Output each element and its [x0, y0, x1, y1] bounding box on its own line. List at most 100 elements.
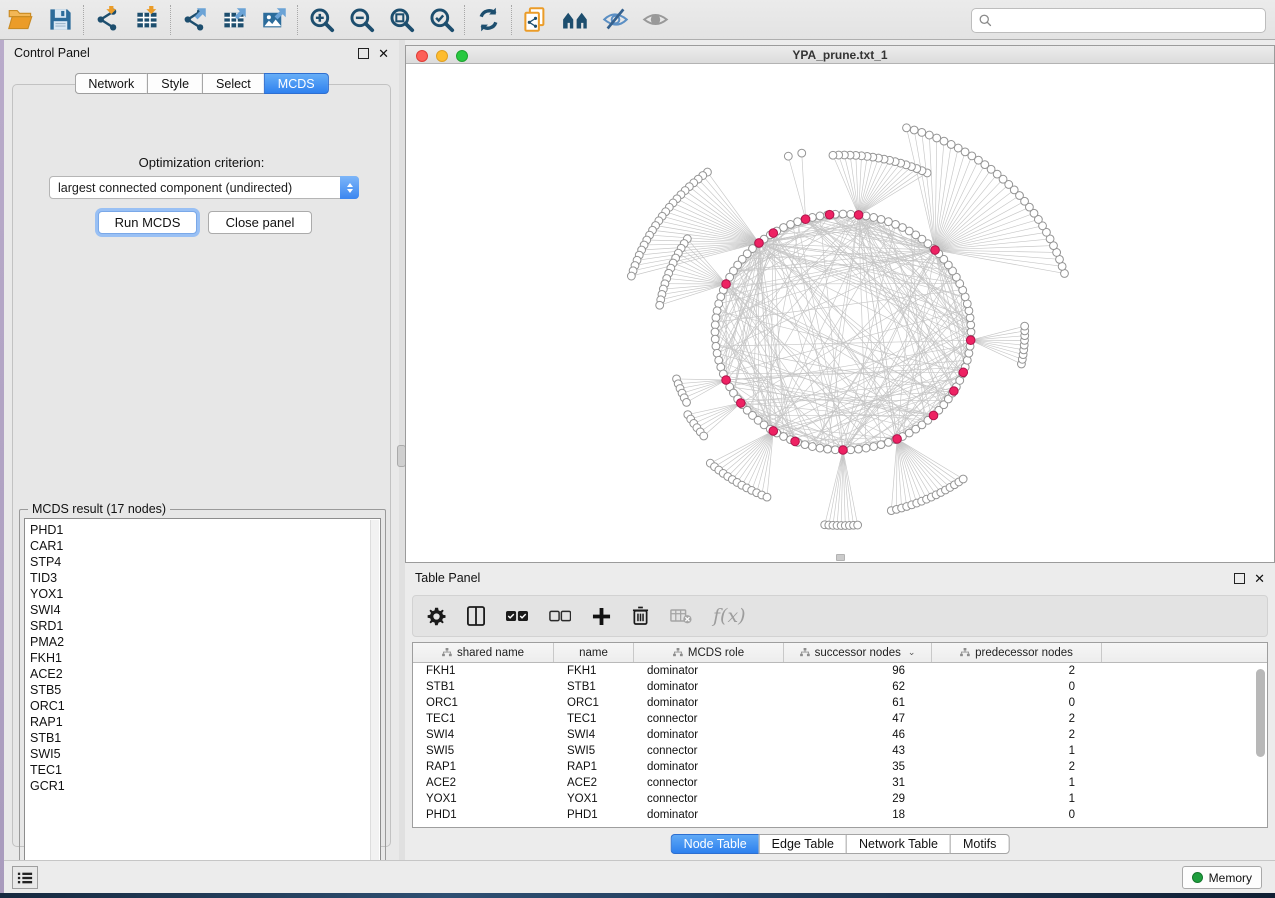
network-node[interactable]	[713, 307, 721, 315]
network-node[interactable]	[712, 314, 720, 322]
network-node[interactable]	[711, 335, 719, 343]
network-node[interactable]	[700, 432, 708, 440]
table-row[interactable]: RAP1RAP1dominator352	[413, 759, 1267, 775]
close-panel-icon[interactable]: ✕	[1254, 573, 1265, 584]
run-mcds-button[interactable]: Run MCDS	[98, 211, 197, 234]
network-node[interactable]	[831, 446, 839, 454]
tab-style[interactable]: Style	[147, 73, 202, 94]
mcds-result-item[interactable]: GCR1	[30, 778, 380, 794]
network-node[interactable]	[877, 441, 885, 449]
network-node[interactable]	[918, 129, 926, 137]
mcds-result-item[interactable]: STP4	[30, 554, 380, 570]
table-row[interactable]: PHD1PHD1dominator180	[413, 807, 1267, 823]
tab-edge-table[interactable]: Edge Table	[759, 834, 846, 854]
table-row[interactable]: SWI4SWI4dominator462	[413, 727, 1267, 743]
network-node[interactable]	[824, 445, 832, 453]
mcds-hub-node[interactable]	[791, 437, 800, 446]
table-row[interactable]: FKH1FKH1dominator962	[413, 663, 1267, 679]
close-panel-button[interactable]: Close panel	[208, 211, 312, 234]
mcds-hub-node[interactable]	[893, 435, 902, 444]
network-node[interactable]	[947, 141, 955, 149]
node-table[interactable]: shared namenameMCDS rolesuccessor nodes⌄…	[412, 642, 1268, 828]
network-node[interactable]	[712, 342, 720, 350]
table-row[interactable]: ACE2ACE2connector311	[413, 775, 1267, 791]
network-node[interactable]	[763, 493, 771, 501]
network-graph[interactable]	[406, 64, 1274, 562]
network-node[interactable]	[967, 328, 975, 336]
mcds-hub-node[interactable]	[929, 411, 938, 420]
mcds-result-item[interactable]: SRD1	[30, 618, 380, 634]
mcds-result-item[interactable]: RAP1	[30, 714, 380, 730]
network-node[interactable]	[965, 349, 973, 357]
gear-icon[interactable]	[427, 607, 446, 626]
export-table-icon[interactable]	[214, 3, 254, 37]
scrollbar-thumb[interactable]	[1256, 669, 1265, 757]
mcds-hub-node[interactable]	[854, 211, 863, 220]
network-node[interactable]	[711, 328, 719, 336]
mcds-result-item[interactable]: STB5	[30, 682, 380, 698]
refresh-layout-icon[interactable]	[468, 3, 508, 37]
mcds-result-item[interactable]: TEC1	[30, 762, 380, 778]
mcds-result-item[interactable]: CAR1	[30, 538, 380, 554]
mcds-result-item[interactable]: PHD1	[30, 522, 380, 538]
mcds-hub-node[interactable]	[755, 239, 764, 248]
network-node[interactable]	[940, 137, 948, 145]
mcds-hub-node[interactable]	[959, 368, 968, 377]
export-image-icon[interactable]	[254, 3, 294, 37]
table-row[interactable]: SWI5SWI5connector431	[413, 743, 1267, 759]
zoom-out-icon[interactable]	[341, 3, 381, 37]
zoom-in-icon[interactable]	[301, 3, 341, 37]
network-node[interactable]	[870, 443, 878, 451]
close-panel-icon[interactable]: ✕	[378, 48, 389, 59]
import-network-icon[interactable]	[87, 3, 127, 37]
network-node[interactable]	[877, 215, 885, 223]
network-node[interactable]	[925, 131, 933, 139]
export-network-icon[interactable]	[174, 3, 214, 37]
table-row[interactable]: TEC1TEC1connector472	[413, 711, 1267, 727]
mcds-result-item[interactable]: SWI5	[30, 746, 380, 762]
mcds-result-item[interactable]: STB1	[30, 730, 380, 746]
network-node[interactable]	[839, 210, 847, 218]
network-node[interactable]	[847, 210, 855, 218]
network-node[interactable]	[884, 438, 892, 446]
zoom-selected-icon[interactable]	[421, 3, 461, 37]
mcds-hub-node[interactable]	[931, 246, 940, 255]
network-node[interactable]	[959, 475, 967, 483]
tab-select[interactable]: Select	[202, 73, 264, 94]
tab-node-table[interactable]: Node Table	[671, 834, 759, 854]
columns-icon[interactable]	[467, 606, 485, 626]
tab-motifs[interactable]: Motifs	[950, 834, 1009, 854]
network-canvas[interactable]	[406, 64, 1274, 562]
column-header-successor-nodes[interactable]: successor nodes⌄	[784, 643, 932, 662]
minimize-yellow-icon[interactable]	[436, 50, 448, 62]
table-scrollbar[interactable]	[1256, 667, 1265, 825]
network-node[interactable]	[884, 218, 892, 226]
network-node[interactable]	[794, 218, 802, 226]
network-node[interactable]	[870, 214, 878, 222]
delete-column-icon[interactable]	[632, 606, 649, 626]
network-node[interactable]	[683, 398, 691, 406]
mcds-hub-node[interactable]	[825, 210, 834, 219]
tab-mcds[interactable]: MCDS	[264, 73, 329, 94]
network-node[interactable]	[801, 441, 809, 449]
zoom-fit-icon[interactable]	[381, 3, 421, 37]
network-node[interactable]	[933, 134, 941, 142]
network-node[interactable]	[910, 126, 918, 134]
mcds-hub-node[interactable]	[736, 399, 745, 408]
search-box[interactable]	[971, 8, 1266, 33]
deselect-all-icon[interactable]	[549, 609, 571, 623]
import-table-icon[interactable]	[127, 3, 167, 37]
mcds-result-item[interactable]: FKH1	[30, 650, 380, 666]
network-node[interactable]	[627, 272, 635, 280]
add-column-icon[interactable]	[592, 607, 611, 626]
network-node[interactable]	[847, 446, 855, 454]
mcds-hub-node[interactable]	[839, 446, 848, 455]
network-node[interactable]	[966, 314, 974, 322]
mcds-hub-node[interactable]	[950, 387, 959, 396]
show-annotations-icon[interactable]	[635, 3, 675, 37]
table-row[interactable]: STB1STB1dominator620	[413, 679, 1267, 695]
network-node[interactable]	[967, 321, 975, 329]
mcds-hub-node[interactable]	[722, 376, 731, 385]
network-node[interactable]	[798, 149, 806, 157]
column-header-shared-name[interactable]: shared name	[413, 643, 554, 662]
